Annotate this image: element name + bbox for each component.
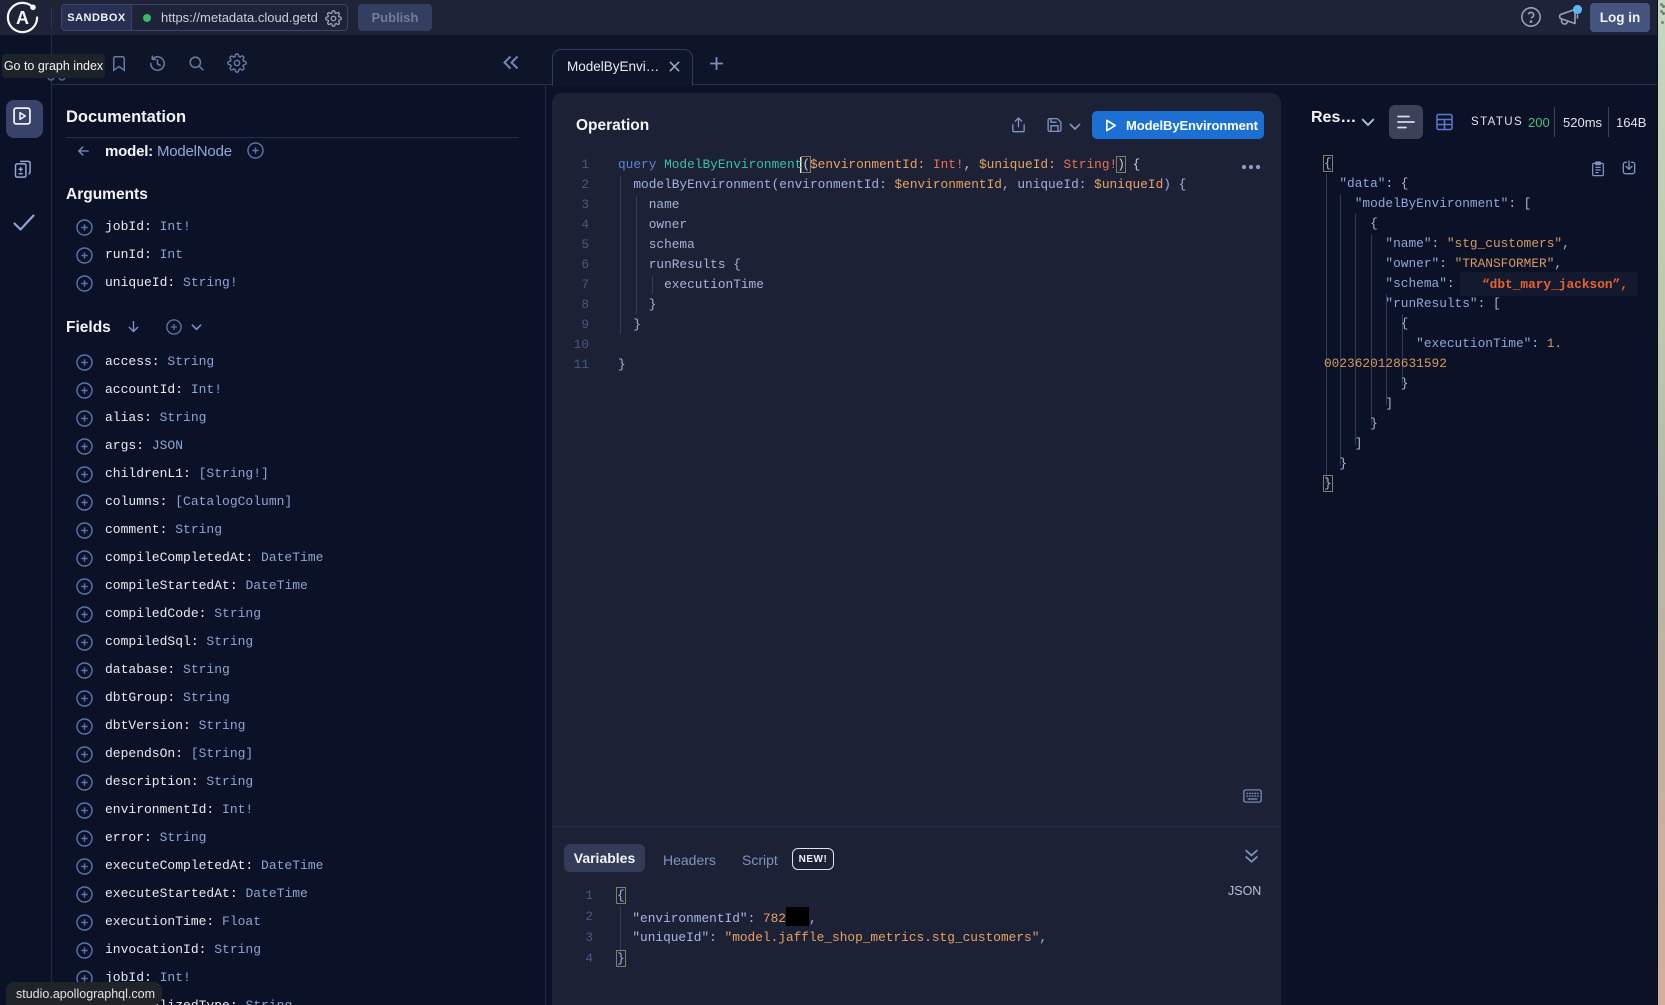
svg-text:A: A xyxy=(16,8,29,28)
